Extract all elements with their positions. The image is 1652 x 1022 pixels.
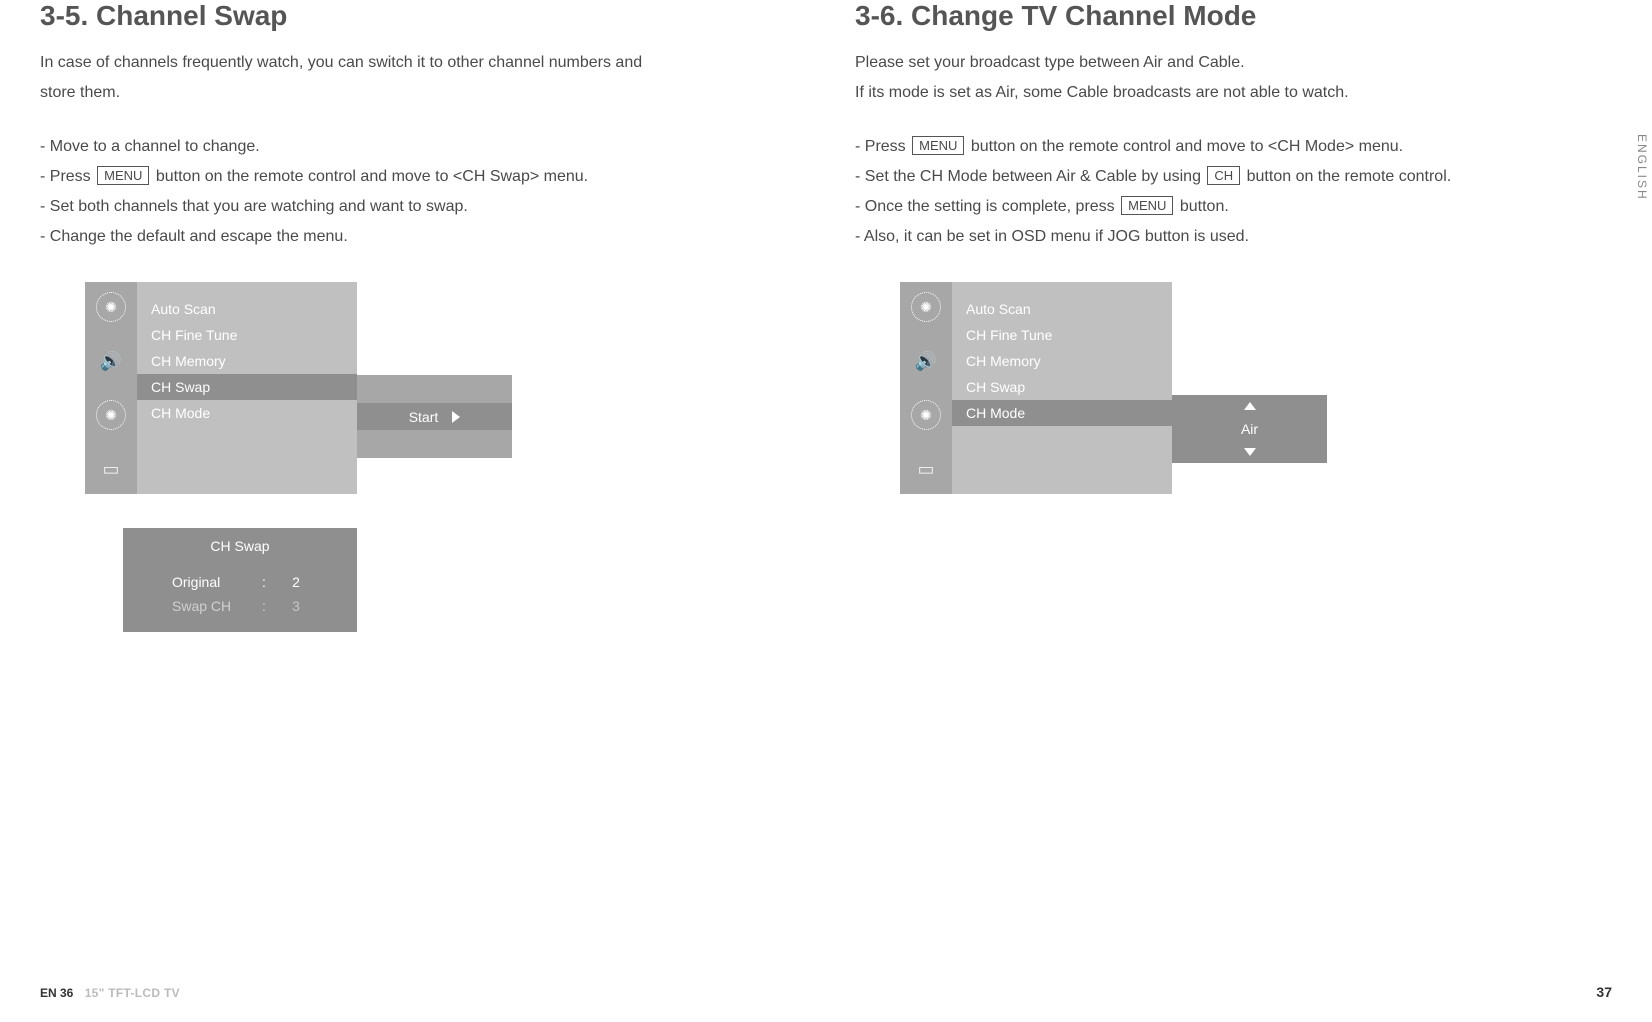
osd-menu: ✺ 🔊 ✺ ▭ Auto Scan CH Fine Tune CH Memory… <box>900 282 1560 494</box>
osd-icon-column: ✺ 🔊 ✺ ▭ <box>85 282 137 494</box>
row-value: 3 <box>284 598 308 614</box>
section-change-tv-channel-mode: 3-6. Change TV Channel Mode Please set y… <box>855 0 1560 632</box>
colon: : <box>262 574 272 590</box>
paragraph: Please set your broadcast type between A… <box>855 50 1560 76</box>
page-number-left: EN 36 <box>40 986 73 1000</box>
settings-icon: ✺ <box>96 400 126 430</box>
row-key: Original <box>172 574 250 590</box>
text-fragment: button on the remote control. <box>1242 168 1451 185</box>
osd-item[interactable]: CH Mode <box>137 400 357 426</box>
text-fragment: button on the remote control and move to… <box>151 168 588 185</box>
row-key: Swap CH <box>172 598 250 614</box>
text-fragment: - Once the setting is complete, press <box>855 198 1119 215</box>
osd-value-column: Start <box>357 282 512 494</box>
osd-item-selected[interactable]: CH Mode <box>952 400 1172 426</box>
chevron-right-icon <box>452 411 460 423</box>
step-text: - Set the CH Mode between Air & Cable by… <box>855 164 1560 190</box>
step-text: - Press MENU button on the remote contro… <box>855 134 1560 160</box>
section-title: 3-6. Change TV Channel Mode <box>855 0 1560 32</box>
dialog-row[interactable]: Original : 2 <box>123 570 357 594</box>
text-fragment: - Set the CH Mode between Air & Cable by… <box>855 168 1205 185</box>
text-fragment: button. <box>1175 198 1228 215</box>
step-text: - Move to a channel to change. <box>40 134 745 160</box>
osd-item-list: Auto Scan CH Fine Tune CH Memory CH Swap… <box>137 282 357 494</box>
paragraph: If its mode is set as Air, some Cable br… <box>855 80 1560 106</box>
section-title: 3-5. Channel Swap <box>40 0 745 32</box>
osd-item[interactable]: CH Fine Tune <box>137 322 357 348</box>
settings-icon: ✺ <box>911 400 941 430</box>
value-up[interactable] <box>1172 395 1327 417</box>
display-icon: ▭ <box>96 454 126 484</box>
ch-button-label: CH <box>1207 166 1240 185</box>
osd-menu: ✺ 🔊 ✺ ▭ Auto Scan CH Fine Tune CH Memory… <box>85 282 745 494</box>
language-tab: ENGLISH <box>1632 128 1652 207</box>
paragraph: store them. <box>40 80 745 106</box>
product-name: 15" TFT-LCD TV <box>85 986 180 1000</box>
footer-left: EN 36 15" TFT-LCD TV <box>40 986 180 1000</box>
colon: : <box>262 598 272 614</box>
menu-button-label: MENU <box>1121 196 1173 215</box>
section-channel-swap: 3-5. Channel Swap In case of channels fr… <box>40 0 745 632</box>
chevron-up-icon <box>1244 402 1256 410</box>
chevron-down-icon <box>1244 448 1256 456</box>
osd-value[interactable]: Air <box>1172 417 1327 441</box>
paragraph: In case of channels frequently watch, yo… <box>40 50 745 76</box>
step-text: - Change the default and escape the menu… <box>40 224 745 250</box>
brightness-icon: ✺ <box>911 292 941 322</box>
speaker-icon: 🔊 <box>911 346 941 376</box>
value-text: Start <box>409 409 439 425</box>
osd-item[interactable]: CH Memory <box>952 348 1172 374</box>
osd-item-selected[interactable]: CH Swap <box>137 374 357 400</box>
osd-icon-column: ✺ 🔊 ✺ ▭ <box>900 282 952 494</box>
step-text: - Press MENU button on the remote contro… <box>40 164 745 190</box>
menu-button-label: MENU <box>97 166 149 185</box>
osd-value[interactable]: Start <box>357 403 512 430</box>
value-text: Air <box>1241 421 1258 437</box>
step-text: - Also, it can be set in OSD menu if JOG… <box>855 224 1560 250</box>
osd-item[interactable]: CH Memory <box>137 348 357 374</box>
step-text: - Set both channels that you are watchin… <box>40 194 745 220</box>
osd-item[interactable]: Auto Scan <box>952 296 1172 322</box>
brightness-icon: ✺ <box>96 292 126 322</box>
display-icon: ▭ <box>911 454 941 484</box>
step-text: - Once the setting is complete, press ME… <box>855 194 1560 220</box>
text-fragment: button on the remote control and move to… <box>966 138 1403 155</box>
speaker-icon: 🔊 <box>96 346 126 376</box>
osd-item-list: Auto Scan CH Fine Tune CH Memory CH Swap… <box>952 282 1172 494</box>
page-number-right: 37 <box>1596 984 1612 1000</box>
text-fragment: - Press <box>40 168 95 185</box>
osd-item[interactable]: CH Swap <box>952 374 1172 400</box>
value-down[interactable] <box>1172 441 1327 463</box>
row-value: 2 <box>284 574 308 590</box>
dialog-row-selected[interactable]: Swap CH : 3 <box>123 594 357 618</box>
osd-item[interactable]: CH Fine Tune <box>952 322 1172 348</box>
dialog-title: CH Swap <box>123 538 357 554</box>
osd-item[interactable]: Auto Scan <box>137 296 357 322</box>
osd-value-column: Air <box>1172 282 1327 494</box>
text-fragment: - Press <box>855 138 910 155</box>
menu-button-label: MENU <box>912 136 964 155</box>
ch-swap-dialog: CH Swap Original : 2 Swap CH : 3 <box>123 528 357 632</box>
